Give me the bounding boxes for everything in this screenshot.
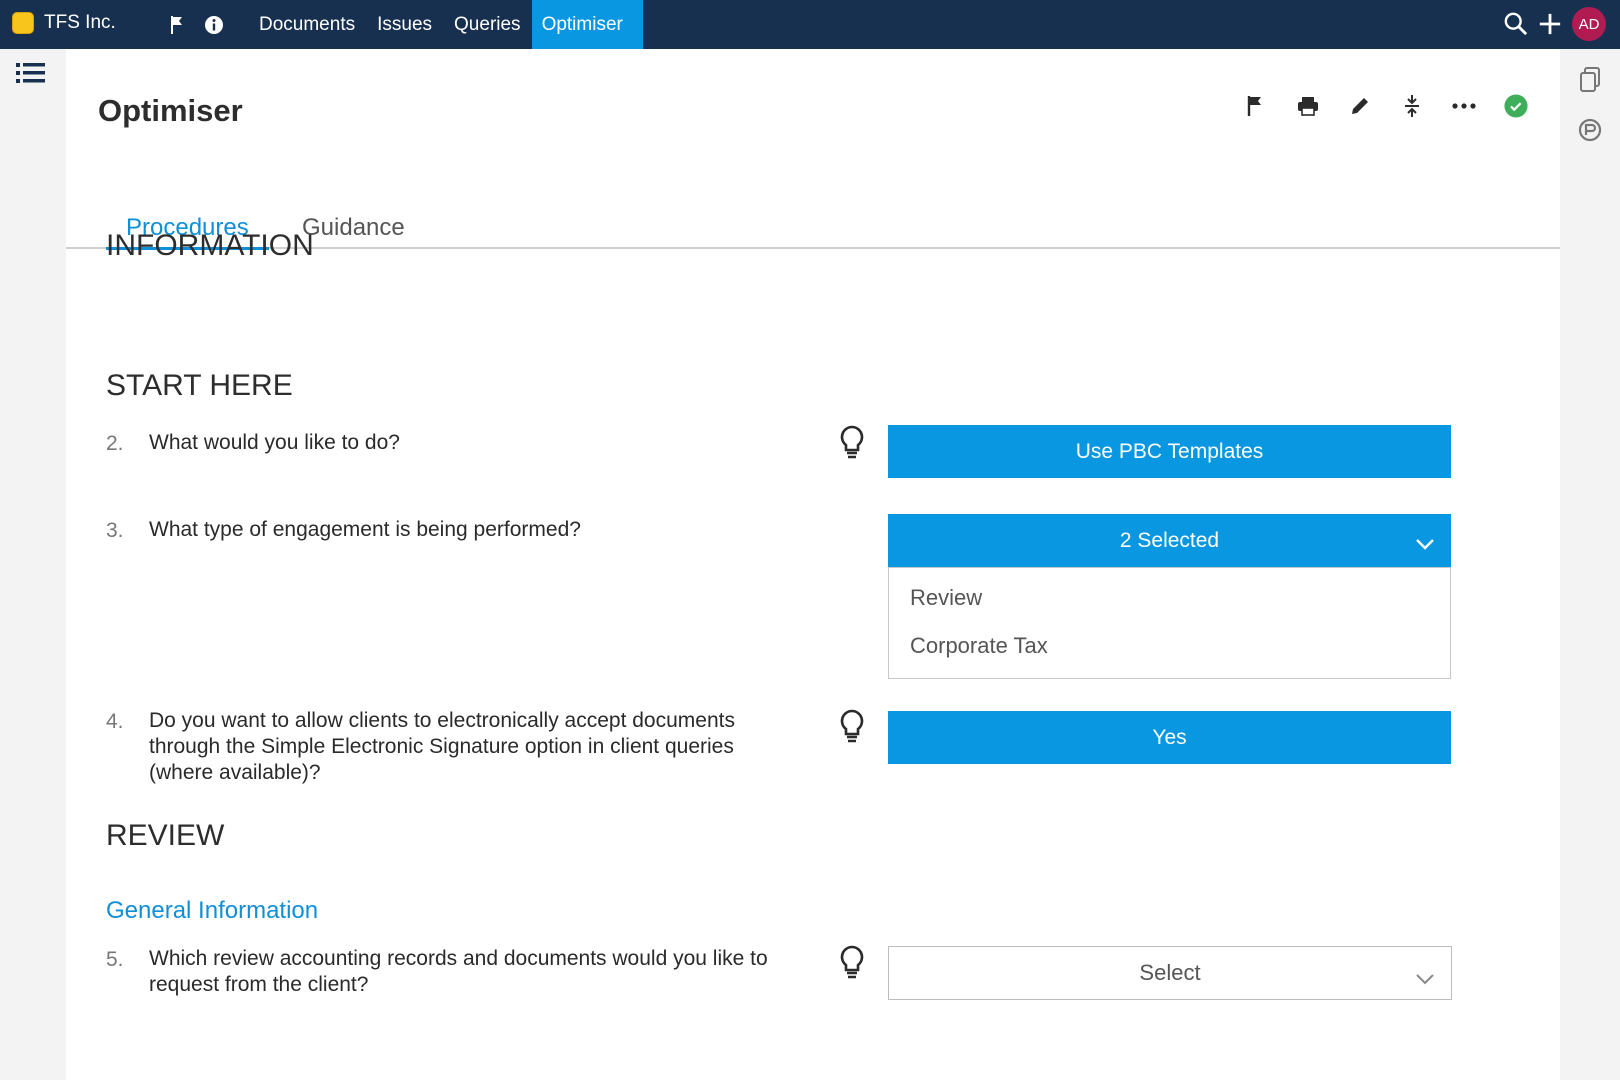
section-review: REVIEW (106, 819, 225, 852)
chevron-down-icon (1415, 532, 1435, 556)
top-right-actions: AD (1504, 7, 1606, 41)
flag-icon[interactable] (166, 13, 190, 37)
top-bar: TFS Inc. Documents Issues Queries Optimi… (0, 0, 1620, 49)
info-icon[interactable] (202, 13, 226, 37)
question-text: What would you like to do? (149, 431, 400, 454)
main-content: Optimiser Procedures Guidance INFORMATIO… (66, 49, 1560, 1080)
question-number: 4. (106, 710, 124, 733)
section-information: INFORMATION (106, 229, 314, 262)
copy-icon[interactable] (1576, 66, 1604, 94)
chevron-down-icon (1415, 965, 1435, 991)
signoff-check-icon[interactable] (1504, 94, 1528, 118)
edit-icon[interactable] (1348, 94, 1372, 118)
dropdown-value: 2 Selected (1119, 528, 1220, 552)
nav-documents[interactable]: Documents (248, 0, 366, 49)
question-number: 3. (106, 519, 124, 542)
nav-issues[interactable]: Issues (366, 0, 443, 49)
answer-button-use-pbc-templates[interactable]: Use PBC Templates (888, 425, 1451, 478)
question-text: Which review accounting records and docu… (149, 947, 768, 996)
list-icon[interactable] (16, 61, 46, 90)
company-name: TFS Inc. (44, 12, 116, 33)
dropdown-option-review[interactable]: Review (910, 585, 982, 611)
search-icon[interactable] (1504, 12, 1528, 36)
print-icon[interactable] (1296, 94, 1320, 118)
engagement-type-dropdown[interactable]: 2 Selected (888, 514, 1451, 567)
add-icon[interactable] (1538, 12, 1562, 36)
question-number: 5. (106, 948, 124, 971)
more-icon[interactable] (1452, 94, 1476, 118)
flag-icon[interactable] (1244, 94, 1268, 118)
company-logo-icon (12, 12, 34, 34)
page-toolbar (1244, 94, 1528, 118)
avatar[interactable]: AD (1572, 7, 1606, 41)
lightbulb-icon[interactable] (838, 425, 866, 459)
main-nav: Documents Issues Queries Optimiser (248, 0, 643, 49)
dropdown-option-corporate-tax[interactable]: Corporate Tax (910, 633, 1048, 659)
right-rail (1560, 49, 1620, 1080)
answer-button-yes[interactable]: Yes (888, 711, 1451, 764)
collapse-icon[interactable] (1400, 94, 1424, 118)
question-text: Do you want to allow clients to electron… (149, 709, 735, 784)
comment-icon[interactable] (1576, 116, 1604, 144)
subsection-general-information: General Information (106, 897, 319, 924)
section-start-here: START HERE (106, 369, 293, 402)
lightbulb-icon[interactable] (838, 945, 866, 979)
dropdown-options: Review Corporate Tax (888, 567, 1451, 679)
nav-optimiser[interactable]: Optimiser (531, 0, 643, 49)
page-title: Optimiser (98, 93, 243, 128)
lightbulb-icon[interactable] (838, 709, 866, 743)
records-select-dropdown[interactable]: Select (888, 946, 1452, 1000)
select-placeholder: Select (1139, 960, 1201, 985)
question-number: 2. (106, 432, 124, 455)
company-switcher[interactable]: TFS Inc. (12, 12, 116, 34)
question-text: What type of engagement is being perform… (149, 518, 581, 541)
nav-queries[interactable]: Queries (443, 0, 532, 49)
left-rail (0, 49, 64, 1080)
